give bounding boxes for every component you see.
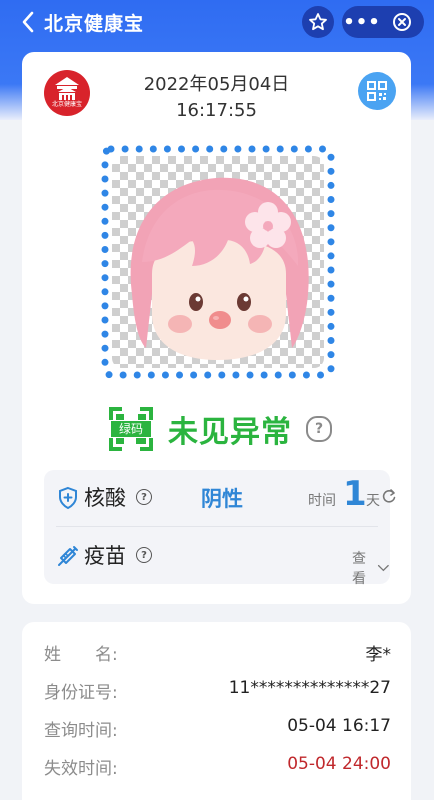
status-text: 未见异常 — [168, 415, 292, 450]
qr-code-icon — [367, 81, 387, 101]
nucleic-result: 阴性 — [201, 487, 243, 511]
query-time-row: 查询时间: 05-04 16:17 — [22, 716, 411, 746]
green-code-label: 绿码 — [118, 422, 143, 436]
health-code-card: 北京健康宝 2022年05月04日 16:17:55 绿码 未见异常 ? 核酸 … — [22, 52, 411, 604]
avatar-frame — [100, 144, 336, 380]
test-info-box: 核酸 ? 阴性 时间 1 天 疫苗 ? 查看 — [44, 470, 396, 587]
id-value: 11**************27 — [228, 678, 391, 698]
row-divider — [56, 526, 378, 527]
close-circle-icon — [393, 13, 411, 31]
nucleic-help-icon[interactable]: ? — [136, 489, 152, 505]
name-key: 姓 名: — [44, 645, 118, 665]
id-key: 身份证号: — [44, 683, 118, 703]
name-row: 姓 名: 李* — [22, 640, 411, 670]
vaccine-help-icon[interactable]: ? — [136, 547, 152, 563]
query-time-key: 查询时间: — [44, 721, 118, 741]
nucleic-time-label: 时间 — [308, 493, 336, 509]
id-row: 身份证号: 11**************27 — [22, 678, 411, 708]
dotted-border — [101, 145, 335, 379]
vaccine-view-link[interactable]: 查看 — [352, 548, 390, 588]
name-value: 李* — [365, 645, 392, 665]
more-button[interactable]: ••• — [342, 6, 382, 38]
nav-title: 北京健康宝 — [44, 13, 145, 35]
chevron-down-icon — [378, 564, 390, 572]
personal-info-card: 姓 名: 李* 身份证号: 11**************27 查询时间: 0… — [22, 622, 411, 800]
chevron-left-icon — [22, 11, 34, 33]
date-text: 2022年05月04日 — [143, 74, 290, 95]
vaccine-label: 疫苗 — [84, 544, 126, 568]
nav-bar: 北京健康宝 ••• — [0, 0, 434, 44]
capsule-menu: ••• — [342, 6, 424, 38]
time-text: 16:17:55 — [176, 100, 257, 121]
expiry-key: 失效时间: — [44, 759, 118, 779]
qr-code-button[interactable] — [358, 72, 396, 110]
nucleic-row[interactable]: 核酸 ? 阴性 时间 1 天 — [44, 470, 396, 527]
nucleic-days-unit: 天 — [366, 493, 380, 509]
query-time-value: 05-04 16:17 — [287, 716, 391, 736]
favorite-button[interactable] — [302, 6, 334, 38]
syringe-icon — [58, 546, 78, 566]
health-status: 绿码 未见异常 ? — [108, 404, 332, 454]
expiry-value: 05-04 24:00 — [287, 754, 391, 774]
refresh-icon[interactable] — [382, 488, 396, 504]
star-icon — [309, 13, 327, 31]
close-button[interactable] — [382, 6, 422, 38]
nucleic-label: 核酸 — [84, 486, 126, 510]
back-button[interactable] — [14, 9, 42, 35]
expiry-row: 失效时间: 05-04 24:00 — [22, 754, 411, 784]
green-code-icon: 绿码 — [108, 406, 154, 452]
vaccine-view-label: 查看 — [352, 551, 366, 587]
vaccine-row[interactable]: 疫苗 ? 查看 — [44, 528, 390, 587]
status-help-icon[interactable]: ? — [306, 416, 332, 442]
shield-plus-icon — [59, 486, 77, 510]
nucleic-days: 1 — [343, 474, 367, 514]
